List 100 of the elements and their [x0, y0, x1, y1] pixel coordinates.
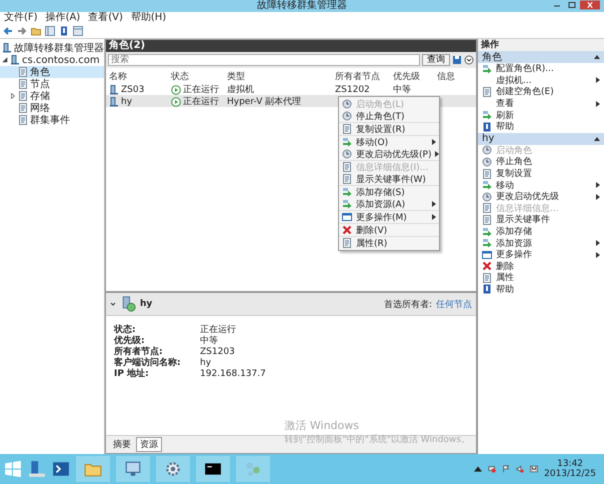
column-header[interactable]: 名称: [109, 70, 171, 83]
network-icon[interactable]: [488, 465, 496, 473]
flag-icon[interactable]: [502, 465, 510, 473]
collapse-icon[interactable]: [110, 301, 116, 307]
save-icon[interactable]: [452, 55, 462, 65]
action-item[interactable]: 查看: [478, 98, 604, 110]
panel-icon[interactable]: [45, 26, 55, 36]
caret-icon[interactable]: [474, 465, 482, 473]
action-item[interactable]: 属性: [478, 272, 604, 284]
column-header[interactable]: 信息: [437, 70, 476, 83]
tree-item[interactable]: 故障转移群集管理器: [0, 42, 104, 54]
tab[interactable]: 摘要: [109, 437, 135, 452]
expand-arrow-icon[interactable]: [10, 93, 16, 99]
collapse-icon[interactable]: [594, 55, 600, 59]
action-item[interactable]: 创建空角色(E): [478, 86, 604, 98]
menu-item[interactable]: 删除(V): [339, 224, 439, 236]
gear-icon[interactable]: [156, 456, 190, 482]
menu-item[interactable]: 操作(A): [46, 12, 80, 24]
server-icon[interactable]: [28, 460, 46, 478]
arrow-icon: [482, 180, 492, 190]
action-item[interactable]: 复制设置: [478, 168, 604, 180]
tree-item[interactable]: 节点: [0, 78, 104, 90]
action-item[interactable]: 帮助: [478, 120, 604, 133]
menu-item[interactable]: 停止角色(T): [339, 110, 439, 122]
menu-item[interactable]: 添加资源(A): [339, 198, 439, 210]
submenu-arrow-icon: [432, 201, 436, 207]
cross-icon: [342, 225, 352, 235]
table-row[interactable]: ZS03 正在运行 虚拟机 ZS1202 中等: [106, 83, 476, 95]
arrow-icon: [482, 64, 492, 74]
menu-item[interactable]: 属性(R): [339, 237, 439, 249]
terminal-icon[interactable]: [52, 460, 70, 478]
panel-icon[interactable]: [73, 26, 83, 36]
action-item[interactable]: 停止角色: [478, 156, 604, 168]
clock-time[interactable]: 13:42: [557, 459, 584, 469]
document-icon: [482, 168, 492, 179]
column-header[interactable]: 状态: [171, 70, 227, 83]
action-item[interactable]: 移动: [478, 179, 604, 191]
menu-item[interactable]: 查看(V): [88, 12, 123, 24]
action-item[interactable]: 刷新: [478, 109, 604, 121]
clock-date[interactable]: 2013/12/25: [544, 469, 596, 479]
preferred-owners-label: 首选所有者:: [384, 298, 432, 310]
cross-icon: [482, 261, 492, 272]
close-icon[interactable]: [580, 0, 600, 10]
menu-item[interactable]: 更多操作(M): [339, 211, 439, 223]
column-header[interactable]: 所有者节点: [335, 70, 393, 83]
forward-icon[interactable]: [17, 26, 27, 36]
menu-item[interactable]: 更改启动优先级(P): [339, 148, 439, 160]
play-icon: [171, 84, 181, 94]
table-cell-text: 中等: [393, 84, 411, 96]
monitor-icon[interactable]: [116, 456, 150, 482]
document-icon: [482, 203, 492, 214]
action-item[interactable]: 配置角色(R)...: [478, 63, 604, 75]
menu-item[interactable]: 显示关键事件(W): [339, 173, 439, 185]
expand-arrow-icon[interactable]: [2, 57, 8, 63]
tab[interactable]: 资源: [136, 437, 162, 452]
folder-icon[interactable]: [31, 26, 41, 36]
preferred-owners-link[interactable]: 任何节点: [436, 298, 472, 310]
back-icon[interactable]: [3, 26, 13, 36]
circle-icon: [482, 156, 492, 167]
action-item[interactable]: 显示关键事件: [478, 214, 604, 226]
document-icon: [18, 115, 28, 125]
keyboard-icon[interactable]: [530, 465, 538, 473]
column-header[interactable]: 优先级: [393, 70, 437, 83]
speaker-icon[interactable]: [516, 465, 524, 473]
document-icon: [342, 238, 352, 248]
tree-item[interactable]: 网络: [0, 102, 104, 114]
action-item[interactable]: 更多操作: [478, 248, 604, 260]
action-item[interactable]: 删除: [478, 260, 604, 272]
table-cell-text: 正在运行: [183, 96, 219, 108]
table-cell: ZS1202: [335, 84, 370, 94]
column-header[interactable]: 类型: [227, 70, 335, 83]
menu-item[interactable]: 帮助(H): [130, 12, 166, 24]
document-icon: [482, 214, 492, 225]
help-icon[interactable]: [59, 26, 69, 36]
menu-item[interactable]: 移动(O): [339, 136, 439, 148]
dropdown-icon[interactable]: [464, 55, 474, 65]
action-item[interactable]: 帮助: [478, 284, 604, 296]
menu-item[interactable]: 文件(F): [4, 12, 38, 24]
action-item[interactable]: 添加存储: [478, 226, 604, 238]
submenu-arrow-icon: [596, 100, 600, 107]
document-icon: [18, 103, 28, 113]
help-icon: [482, 122, 492, 132]
query-button[interactable]: 查询: [422, 54, 450, 66]
section-header[interactable]: hy: [478, 132, 604, 145]
menu-item[interactable]: 添加存储(S): [339, 186, 439, 198]
document-icon: [342, 174, 352, 184]
tree-item[interactable]: 存储: [0, 90, 104, 102]
field-label: 优先级:: [114, 334, 146, 346]
tree-item[interactable]: cs.contoso.com: [0, 54, 104, 66]
action-item[interactable]: 更改启动优先级: [478, 190, 604, 203]
tree-item[interactable]: 角色: [0, 66, 104, 78]
section-header[interactable]: 角色: [478, 51, 604, 63]
table-cell-text: 正在运行: [183, 84, 219, 96]
collapse-icon[interactable]: [594, 136, 600, 141]
action-item[interactable]: 虚拟机...: [478, 74, 604, 86]
actions-title: 操作: [478, 39, 604, 51]
action-item[interactable]: 添加资源: [478, 237, 604, 249]
console-icon[interactable]: [196, 456, 230, 482]
tree-item[interactable]: 群集事件: [0, 114, 104, 126]
menu-item[interactable]: 复制设置(R): [339, 123, 439, 135]
